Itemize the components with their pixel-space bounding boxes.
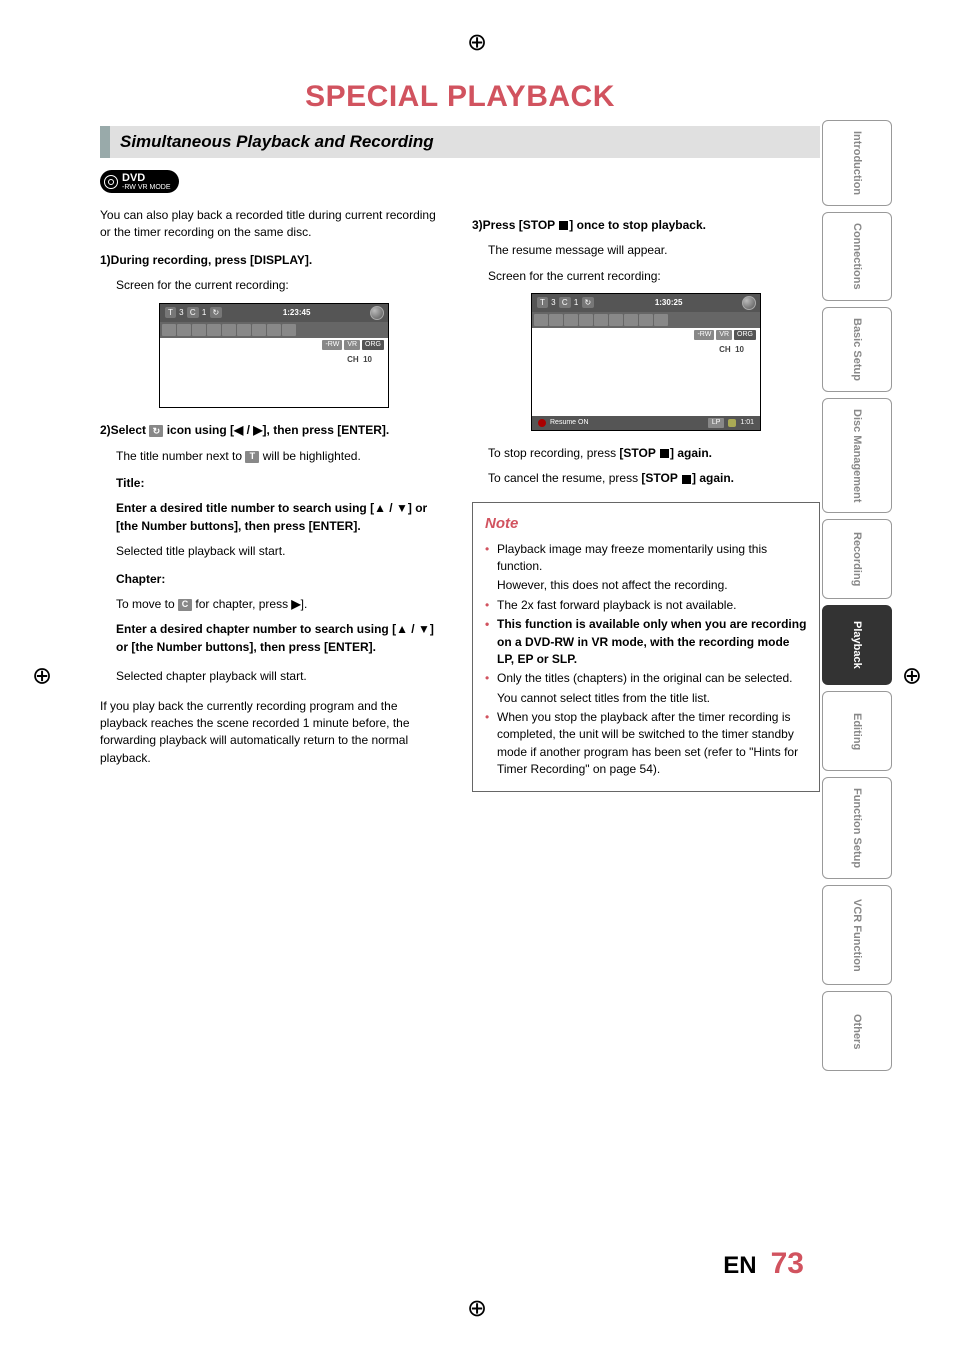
osd-screenshot-2: T 3 C 1 ↻ 1:30:25 -RW VR (531, 293, 761, 431)
stop-icon (559, 221, 568, 230)
chapter-result: Selected chapter playback will start. (116, 668, 448, 685)
crop-mark-top: ⊕ (467, 28, 487, 57)
step-2: 2)Select ↻ icon using [◀ / ▶], then pres… (100, 422, 448, 439)
left-column: You can also play back a recorded title … (100, 207, 448, 792)
osd2-c-label: C (559, 297, 571, 308)
step-3-note-1: The resume message will appear. (488, 242, 820, 259)
osd1-repeat-icon: ↻ (210, 307, 223, 318)
crop-mark-left: ⊕ (32, 661, 52, 690)
tab-editing[interactable]: Editing (822, 691, 892, 771)
intro-text: You can also play back a recorded title … (100, 207, 448, 242)
osd2-tag-rw: -RW (694, 330, 714, 340)
title-result: Selected title playback will start. (116, 543, 448, 560)
record-dot-icon (538, 419, 546, 427)
tab-connections[interactable]: Connections (822, 212, 892, 301)
playback-behavior-note: If you play back the currently recording… (100, 698, 448, 768)
osd2-tag-org: ORG (734, 330, 756, 340)
note-item-1: Playback image may freeze momentarily us… (485, 541, 807, 576)
tab-others[interactable]: Others (822, 991, 892, 1071)
stop-icon-2 (660, 449, 669, 458)
badge-main: DVD (122, 172, 145, 184)
osd1-t-label: T (165, 307, 176, 318)
osd1-elapsed-time: 1:23:45 (275, 307, 319, 319)
osd2-t-label: T (537, 297, 548, 308)
right-arrow-icon-2: ▶ (291, 597, 300, 611)
tab-disc-management[interactable]: Disc Management (822, 398, 892, 514)
osd1-icon-row (160, 322, 388, 338)
osd2-repeat-icon: ↻ (582, 297, 595, 308)
crop-mark-right: ⊕ (902, 661, 922, 690)
stop-recording-line: To stop recording, press [STOP ] again. (488, 445, 820, 462)
osd2-icon-row (532, 312, 760, 328)
chapter-label: Chapter: (116, 571, 448, 588)
osd-screenshot-1: T 3 C 1 ↻ 1:23:45 -RW VR (159, 303, 389, 409)
tab-recording[interactable]: Recording (822, 519, 892, 599)
section-tabs: Introduction Connections Basic Setup Dis… (822, 120, 892, 1071)
down-arrow-icon-2: ▼ (418, 622, 430, 636)
chapter-move: To move to C for chapter, press ▶]. (116, 596, 448, 613)
note-box: Note Playback image may freeze momentari… (472, 502, 820, 792)
tab-playback[interactable]: Playback (822, 605, 892, 685)
step-1-note: Screen for the current recording: (116, 277, 448, 294)
stop-icon-3 (682, 475, 691, 484)
down-arrow-icon: ▼ (396, 501, 408, 515)
osd1-c-label: C (187, 307, 199, 318)
title-t-icon: T (245, 451, 259, 463)
osd1-tag-rw: -RW (322, 340, 342, 350)
osd2-tag-vr: VR (716, 330, 732, 340)
note-heading: Note (485, 513, 807, 535)
osd1-tag-vr: VR (344, 340, 360, 350)
tab-introduction[interactable]: Introduction (822, 120, 892, 206)
page-title: SPECIAL PLAYBACK (100, 80, 820, 114)
osd1-tag-org: ORG (362, 340, 384, 350)
tab-vcr-function[interactable]: VCR Function (822, 885, 892, 985)
step-1: 1)During recording, press [DISPLAY]. (100, 252, 448, 269)
crop-mark-bottom: ⊕ (467, 1294, 487, 1323)
page-content: SPECIAL PLAYBACK Simultaneous Playback a… (100, 80, 820, 792)
page-footer: EN 73 (723, 1247, 804, 1281)
up-arrow-icon-2: ▲ (396, 622, 408, 636)
section-heading: Simultaneous Playback and Recording (100, 126, 820, 158)
note-item-3: This function is available only when you… (485, 616, 807, 668)
footer-language: EN (723, 1252, 756, 1280)
osd1-jog-icon (370, 306, 384, 320)
right-column: 3)Press [STOP ] once to stop playback. T… (472, 207, 820, 792)
osd2-disc-indicator-icon (728, 419, 736, 427)
left-arrow-icon: ◀ (234, 423, 243, 437)
step-2-note: The title number next to T will be highl… (116, 448, 448, 465)
osd2-mode: LP (708, 418, 725, 428)
title-label: Title: (116, 475, 448, 492)
note-item-4b: You cannot select titles from the title … (485, 690, 807, 707)
title-instruction: Enter a desired title number to search u… (116, 500, 448, 535)
osd2-remain: 1:01 (740, 418, 754, 428)
osd2-jog-icon (742, 296, 756, 310)
note-item-5: When you stop the playback after the tim… (485, 709, 807, 779)
up-arrow-icon: ▲ (374, 501, 386, 515)
step-3: 3)Press [STOP ] once to stop playback. (472, 217, 820, 234)
chapter-c-icon: C (178, 599, 192, 611)
note-item-2: The 2x fast forward playback is not avai… (485, 597, 807, 614)
cancel-resume-line: To cancel the resume, press [STOP ] agai… (488, 470, 820, 487)
disc-icon (104, 175, 118, 189)
tab-basic-setup[interactable]: Basic Setup (822, 307, 892, 392)
dvd-rw-vr-badge: DVD -RW VR MODE (100, 170, 179, 193)
chapter-instruction: Enter a desired chapter number to search… (116, 621, 448, 656)
note-item-1b: However, this does not affect the record… (485, 577, 807, 594)
step-3-note-2: Screen for the current recording: (488, 268, 820, 285)
right-arrow-icon: ▶ (253, 423, 262, 437)
footer-page-number: 73 (771, 1247, 804, 1281)
tab-function-setup[interactable]: Function Setup (822, 777, 892, 879)
osd2-resume: Resume ON (550, 418, 589, 428)
osd2-elapsed-time: 1:30:25 (647, 297, 691, 309)
note-item-4: Only the titles (chapters) in the origin… (485, 670, 807, 687)
repeat-icon: ↻ (149, 425, 163, 437)
